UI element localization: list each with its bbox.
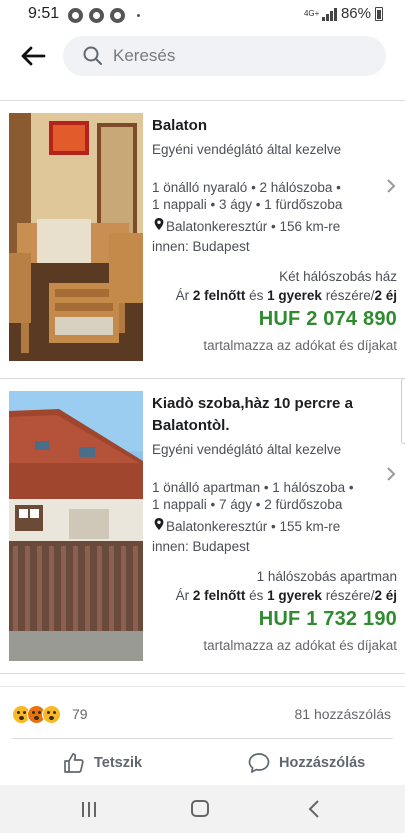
thumbs-up-icon (64, 753, 84, 773)
clipped-text-above (14, 80, 18, 88)
chevron-right-icon[interactable] (385, 465, 397, 483)
features-line: 1 önálló nyaraló • 2 hálószoba • (152, 180, 341, 195)
location-text: Balatonkeresztúr • 156 km-re (166, 219, 341, 234)
chrome-icon (89, 8, 104, 23)
listing-photo[interactable] (9, 113, 143, 361)
chrome-icon (68, 8, 83, 23)
recent-apps-icon[interactable] (80, 797, 98, 821)
status-right: 4G+ 86% (304, 5, 383, 22)
comment-count[interactable]: 81 hozzászólás (294, 706, 391, 722)
location-text: Balatonkeresztúr • 155 km-re (166, 519, 341, 534)
comment-button[interactable]: Hozzászólás (247, 751, 365, 775)
back-arrow-icon[interactable] (20, 44, 46, 68)
price-block: 1 hálószobás apartman Ár 2 felnőtt és 1 … (147, 567, 397, 659)
listing-features: 1 önálló apartman • 1 hálószoba • 1 napp… (152, 479, 398, 513)
chevron-right-icon[interactable] (385, 177, 397, 195)
status-time: 9:51 (28, 5, 60, 22)
distance-origin: innen: Budapest (152, 239, 250, 254)
like-button[interactable]: Tetszik (62, 751, 142, 775)
status-bar: 9:51 4G+ 86% (0, 0, 405, 30)
listing-card[interactable]: Kiadò szoba,hàz 10 percre a Balatontòl. … (0, 378, 405, 674)
room-type: Két hálószobás ház (279, 269, 397, 284)
signal-icon (321, 7, 337, 21)
chrome-icon (110, 8, 125, 23)
home-icon[interactable] (191, 797, 211, 821)
location-pin-icon (154, 518, 164, 530)
listing-price: HUF 1 732 190 (258, 608, 397, 630)
features-line: 1 nappali • 7 ágy • 2 fürdőszoba (152, 497, 343, 512)
listing-price: HUF 2 074 890 (258, 308, 397, 330)
haha-reaction-icon (42, 705, 61, 724)
notification-icons (68, 8, 125, 23)
distance-origin: innen: Budapest (152, 539, 250, 554)
battery-percent: 86% (340, 5, 371, 22)
nav-back-icon[interactable] (306, 797, 322, 821)
spacer (0, 674, 405, 686)
location-pin-icon (154, 218, 164, 230)
listing-title[interactable]: Balaton (152, 115, 398, 137)
like-label: Tetszik (94, 755, 143, 771)
listing-card[interactable]: Balaton Egyéni vendéglátó által kezelve … (0, 100, 405, 382)
more-notifications-dot (137, 14, 140, 17)
listing-info: Kiadò szoba,hàz 10 percre a Balatontòl. … (152, 393, 398, 556)
guest-info: Ár 2 felnőtt és 1 gyerek részére/2 éj (175, 288, 397, 303)
price-block: Két hálószobás ház Ár 2 felnőtt és 1 gye… (147, 267, 397, 359)
reaction-count[interactable]: 79 (72, 706, 88, 722)
system-nav-bar (0, 785, 405, 833)
features-line: 1 nappali • 3 ágy • 1 fürdőszoba (152, 197, 343, 212)
guest-info: Ár 2 felnőtt és 1 gyerek részére/2 éj (175, 588, 397, 603)
network-type: 4G+ (303, 8, 320, 18)
listing-title[interactable]: Kiadò szoba,hàz 10 percre a Balatontòl. (152, 393, 398, 437)
search-input[interactable] (113, 46, 353, 66)
listing-host: Egyéni vendéglátó által kezelve (152, 142, 342, 157)
search-icon (83, 46, 102, 65)
reactions-bar: 79 81 hozzászólás (0, 686, 405, 738)
comment-icon (248, 753, 270, 773)
search-field[interactable] (63, 36, 386, 76)
listing-features: 1 önálló nyaraló • 2 hálószoba • 1 nappa… (152, 179, 398, 213)
reaction-emojis[interactable] (12, 705, 61, 724)
tax-note: tartalmazza az adókat és díjakat (203, 638, 397, 653)
comment-label: Hozzászólás (279, 755, 366, 771)
listing-photo[interactable] (9, 391, 143, 661)
carousel-scroll-edge[interactable] (401, 378, 405, 444)
listing-location: Balatonkeresztúr • 155 km-re (152, 516, 398, 537)
features-line: 1 önálló apartman • 1 hálószoba • (152, 480, 354, 495)
tax-note: tartalmazza az adókat és díjakat (203, 338, 397, 353)
room-type: 1 hálószobás apartman (256, 569, 397, 584)
battery-icon (375, 6, 383, 21)
search-header (0, 30, 405, 82)
listing-host: Egyéni vendéglátó által kezelve (152, 442, 342, 457)
listing-location: Balatonkeresztúr • 156 km-re (152, 216, 398, 237)
listing-info: Balaton Egyéni vendéglátó által kezelve … (152, 115, 398, 256)
post-actions: Tetszik Hozzászólás (0, 739, 405, 785)
